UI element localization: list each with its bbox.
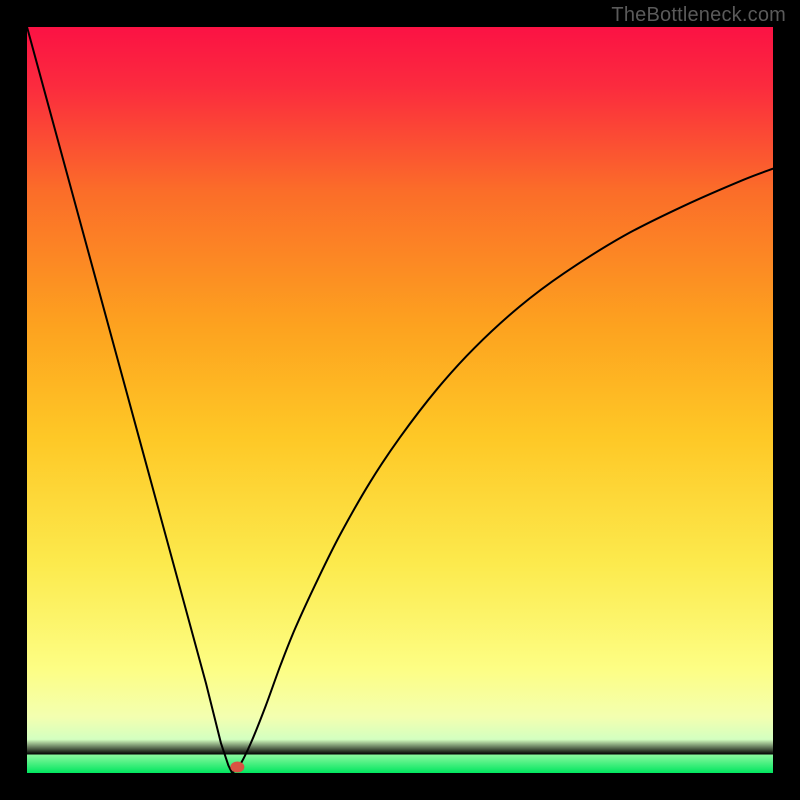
bottleneck-marker [230, 762, 244, 773]
gradient-background [27, 27, 773, 773]
chart-frame [27, 27, 773, 773]
bottleneck-chart [27, 27, 773, 773]
watermark-text: TheBottleneck.com [611, 4, 786, 27]
